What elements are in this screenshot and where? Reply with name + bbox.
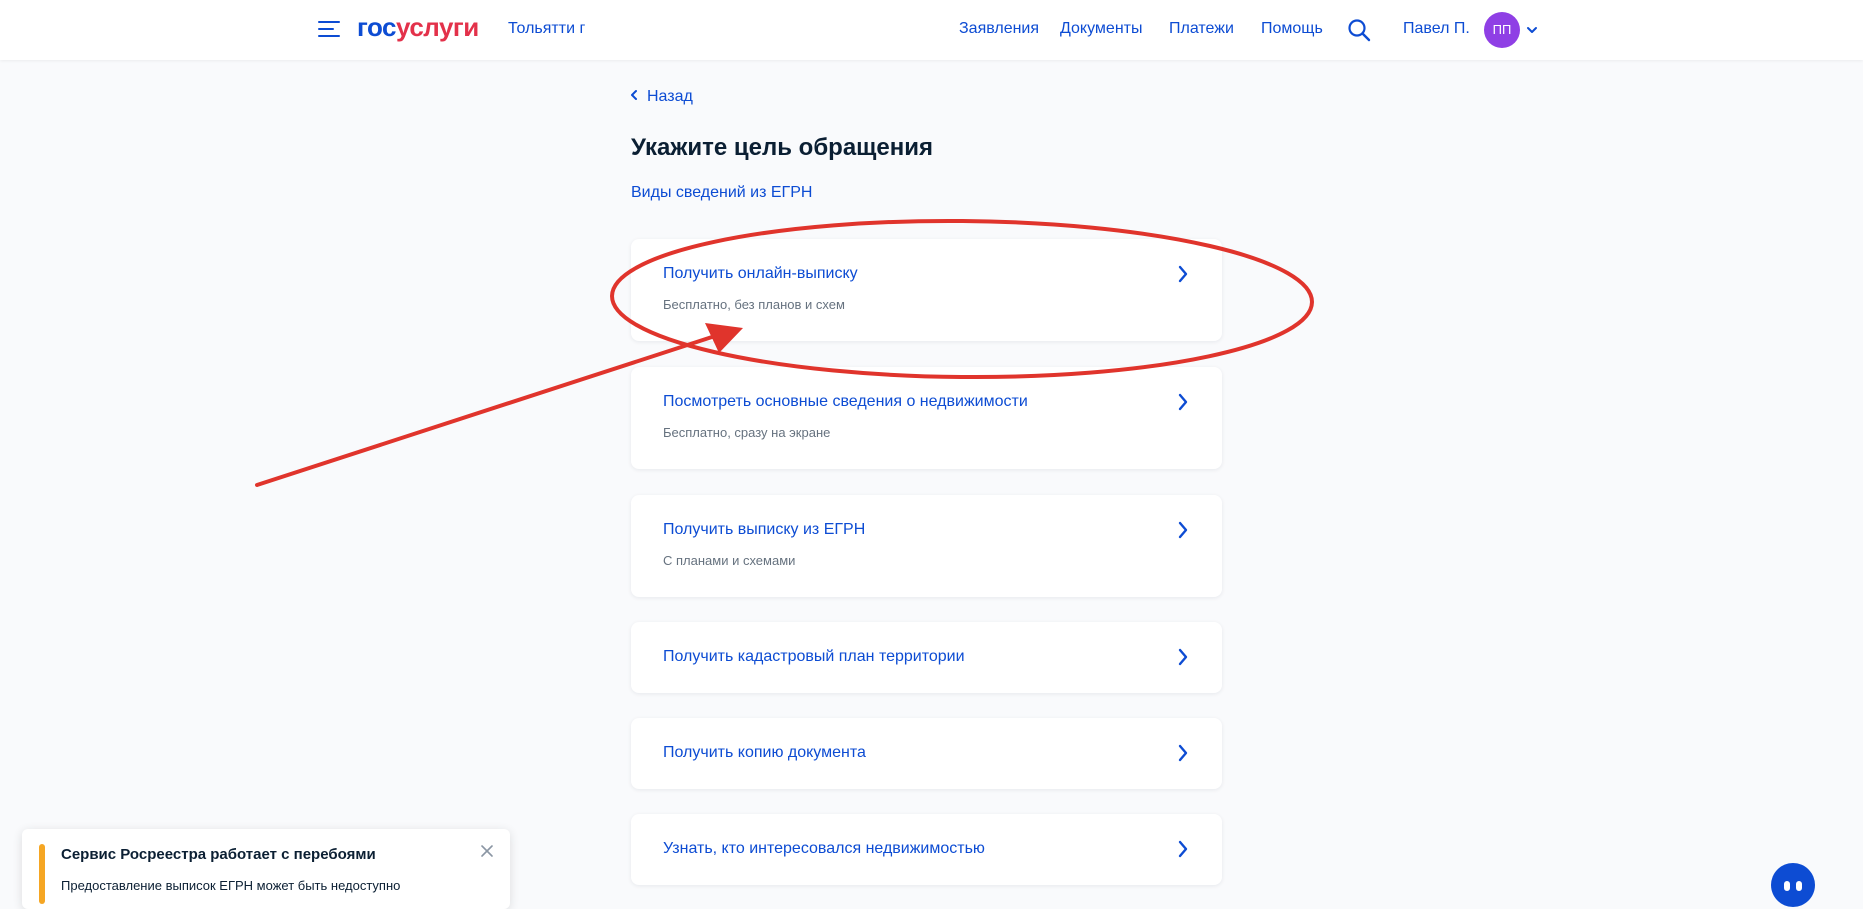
nav-documents[interactable]: Документы	[1060, 20, 1142, 38]
chevron-down-icon[interactable]	[1526, 24, 1538, 36]
option-title: Узнать, кто интересовался недвижимостью	[663, 840, 985, 857]
service-warning-toast: Сервис Росреестра работает с перебоями П…	[22, 829, 510, 909]
city-selector[interactable]: Тольятти г	[508, 20, 585, 38]
option-description: Бесплатно, сразу на экране	[663, 425, 831, 440]
logo[interactable]: госуслуги	[357, 12, 479, 43]
option-title: Посмотреть основные сведения о недвижимо…	[663, 393, 1028, 410]
chevron-right-icon	[1178, 265, 1188, 283]
chevron-right-icon	[1178, 648, 1188, 666]
close-icon[interactable]	[480, 844, 494, 858]
option-title: Получить выписку из ЕГРН	[663, 521, 866, 538]
option-online-extract[interactable]: Получить онлайн-выписку Бесплатно, без п…	[631, 239, 1222, 341]
option-basic-property-info[interactable]: Посмотреть основные сведения о недвижимо…	[631, 367, 1222, 469]
nav-applications[interactable]: Заявления	[959, 20, 1039, 38]
nav-help[interactable]: Помощь	[1261, 20, 1323, 38]
logo-part-uslugi: услуги	[396, 12, 479, 42]
option-description: С планами и схемами	[663, 553, 796, 568]
egrn-info-types-link[interactable]: Виды сведений из ЕГРН	[631, 184, 812, 202]
warning-accent-bar	[39, 844, 45, 904]
option-egrn-extract[interactable]: Получить выписку из ЕГРН С планами и схе…	[631, 495, 1222, 597]
option-who-requested[interactable]: Узнать, кто интересовался недвижимостью	[631, 814, 1222, 885]
logo-part-gos: гос	[357, 12, 397, 42]
option-document-copy[interactable]: Получить копию документа	[631, 718, 1222, 789]
chat-bot-icon[interactable]	[1771, 863, 1815, 907]
option-cadastral-plan[interactable]: Получить кадастровый план территории	[631, 622, 1222, 693]
toast-title: Сервис Росреестра работает с перебоями	[61, 846, 376, 863]
header: госуслуги Тольятти г Заявления Документы…	[0, 0, 1863, 60]
chevron-right-icon	[1178, 744, 1188, 762]
option-description: Бесплатно, без планов и схем	[663, 297, 845, 312]
option-title: Получить онлайн-выписку	[663, 265, 858, 282]
menu-icon[interactable]	[318, 21, 340, 37]
chevron-right-icon	[1178, 393, 1188, 411]
option-title: Получить копию документа	[663, 744, 866, 761]
option-title: Получить кадастровый план территории	[663, 648, 965, 665]
chevron-right-icon	[1178, 840, 1188, 858]
nav-payments[interactable]: Платежи	[1169, 20, 1234, 38]
user-name[interactable]: Павел П.	[1403, 20, 1470, 38]
chevron-right-icon	[1178, 521, 1188, 539]
back-label: Назад	[647, 88, 693, 105]
avatar[interactable]: ПП	[1484, 12, 1520, 48]
chevron-left-icon	[631, 90, 637, 100]
search-icon[interactable]	[1347, 18, 1371, 42]
page-title: Укажите цель обращения	[631, 134, 934, 161]
back-link[interactable]: Назад	[630, 88, 693, 106]
